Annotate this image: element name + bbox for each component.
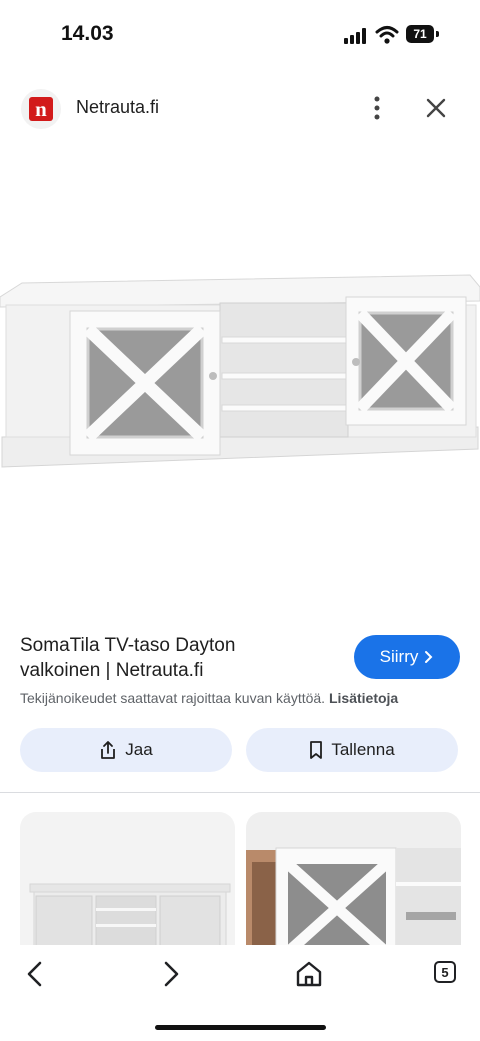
copyright-text: Tekijänoikeudet saattavat rajoittaa kuva… <box>20 690 326 706</box>
save-button[interactable]: Tallenna <box>246 728 458 772</box>
share-button[interactable]: Jaa <box>20 728 232 772</box>
result-title[interactable]: SomaTila TV-taso Dayton valkoinen | Netr… <box>20 633 320 683</box>
home-icon[interactable] <box>293 958 325 990</box>
battery-icon: 71 <box>406 25 434 43</box>
logo-letter: n <box>29 97 53 121</box>
more-vert-icon[interactable] <box>368 94 386 122</box>
visit-button[interactable]: Siirry <box>354 635 460 679</box>
tabs-count-button[interactable]: 5 <box>434 961 456 983</box>
related-image-1[interactable] <box>20 812 235 952</box>
chevron-right-icon <box>425 651 433 663</box>
share-label: Jaa <box>125 740 153 759</box>
battery-tip <box>436 31 439 37</box>
forward-icon[interactable] <box>155 958 187 990</box>
product-image[interactable] <box>0 255 480 495</box>
related-image-2-graphic <box>246 847 461 952</box>
site-logo[interactable]: n <box>21 89 61 129</box>
cellular-signal-icon <box>344 28 366 44</box>
related-image-2[interactable] <box>246 812 461 952</box>
close-icon[interactable] <box>424 96 448 120</box>
visit-button-label: Siirry <box>379 647 419 666</box>
bookmark-icon <box>310 741 323 759</box>
save-label: Tallenna <box>331 740 395 759</box>
related-image-1-graphic <box>29 883 231 952</box>
copyright-notice: Tekijänoikeudet saattavat rajoittaa kuva… <box>20 690 398 706</box>
wifi-icon <box>375 26 399 44</box>
home-indicator[interactable] <box>155 1025 326 1030</box>
section-divider <box>0 792 480 793</box>
back-icon[interactable] <box>19 958 51 990</box>
site-name[interactable]: Netrauta.fi <box>76 97 159 118</box>
share-icon <box>101 741 116 759</box>
learn-more-link[interactable]: Lisätietoja <box>329 690 398 706</box>
status-time: 14.03 <box>61 22 114 45</box>
